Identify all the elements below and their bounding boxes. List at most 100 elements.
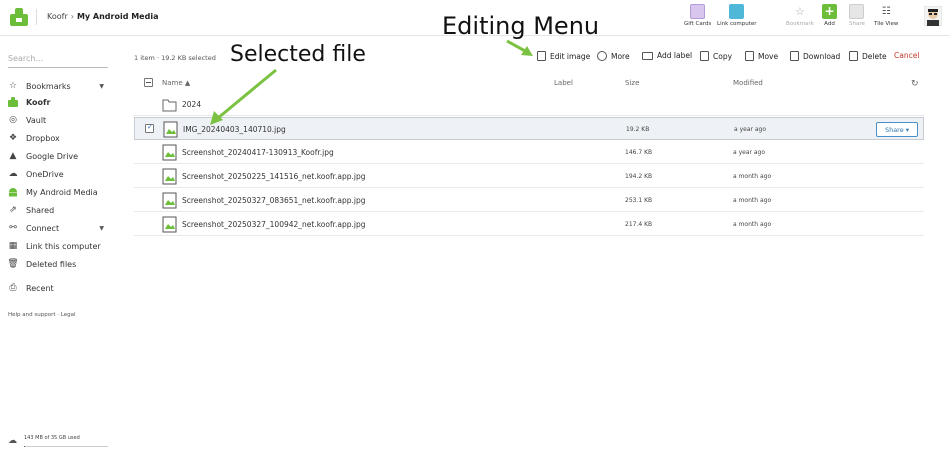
star-icon: ☆ xyxy=(8,81,18,91)
sidebar-item-label: OneDrive xyxy=(26,169,64,179)
sidebar-item-onedrive[interactable]: ☁ OneDrive xyxy=(8,166,108,182)
link-computer-label: Link computer xyxy=(717,21,757,27)
sidebar-item-connect[interactable]: ⚯ Connect ▼ xyxy=(8,220,108,236)
row-checkbox[interactable]: ✓ xyxy=(145,123,154,133)
minus-icon xyxy=(146,82,151,83)
gift-cards-button[interactable]: Gift Cards xyxy=(684,4,711,27)
storage-bar xyxy=(24,446,108,447)
search-input[interactable]: Search... xyxy=(8,48,108,68)
chevron-down-icon[interactable]: ▼ xyxy=(99,83,104,90)
file-name[interactable]: Screenshot_20250327_100942_net.koofr.app… xyxy=(182,220,366,229)
image-file-icon xyxy=(162,144,177,161)
avatar[interactable] xyxy=(924,6,942,26)
breadcrumb-root[interactable]: Koofr xyxy=(47,12,68,21)
table-row[interactable]: ✓ IMG_20240403_140710.jpg 19.2 KB a year… xyxy=(134,117,924,140)
table-row[interactable]: Screenshot_20250225_141516_net.koofr.app… xyxy=(134,165,924,188)
move-icon xyxy=(745,51,754,61)
sidebar-item-deleted-files[interactable]: 🗑 Deleted files xyxy=(7,256,108,272)
file-size: 146.7 KB xyxy=(625,149,653,156)
sidebar-item-my-android-media[interactable]: My Android Media xyxy=(8,184,108,200)
size-column-header[interactable]: Size xyxy=(625,79,639,87)
label-column-header[interactable]: Label xyxy=(554,79,573,87)
sidebar-item-vault[interactable]: ◎ Vault xyxy=(8,112,108,128)
move-button[interactable]: Move xyxy=(745,51,778,61)
file-name[interactable]: 2024 xyxy=(182,100,201,109)
folder-icon xyxy=(162,99,177,112)
image-file-icon xyxy=(162,168,177,185)
sidebar-item-google-drive[interactable]: ▲ Google Drive xyxy=(8,148,108,164)
sidebar-item-koofr[interactable]: Koofr xyxy=(8,94,108,110)
breadcrumb-separator: › xyxy=(70,12,74,21)
download-button[interactable]: Download xyxy=(790,51,840,61)
table-header: Name ▲ Label Size Modified xyxy=(134,76,924,90)
file-name[interactable]: Screenshot_20250327_083651_net.koofr.app… xyxy=(182,196,366,205)
sidebar-item-label: Connect xyxy=(26,223,60,233)
bookmark-button[interactable]: ☆ Bookmark xyxy=(786,4,814,27)
breadcrumb: Koofr › My Android Media xyxy=(47,12,158,21)
chevron-down-icon[interactable]: ▼ xyxy=(99,225,104,232)
table-row[interactable]: Screenshot_20240417-130913_Koofr.jpg 146… xyxy=(134,141,924,164)
computer-icon xyxy=(729,4,745,19)
sidebar-item-bookmarks[interactable]: ☆ Bookmarks ▼ xyxy=(8,78,108,94)
android-icon xyxy=(8,187,18,197)
copy-button[interactable]: Copy xyxy=(700,51,732,61)
file-name[interactable]: IMG_20240403_140710.jpg xyxy=(183,125,286,134)
windows-icon: ▦ xyxy=(8,241,18,251)
table-row[interactable]: 2024 xyxy=(134,93,924,116)
share-top-button[interactable]: Share xyxy=(849,4,865,27)
file-modified: a month ago xyxy=(733,221,772,228)
delete-button[interactable]: Delete xyxy=(849,51,887,61)
tile-view-icon: ☷ xyxy=(881,6,891,17)
tile-view-button[interactable]: ☷ Tile View xyxy=(874,4,898,27)
tile-view-label: Tile View xyxy=(874,21,899,27)
sidebar-item-dropbox[interactable]: ❖ Dropbox xyxy=(8,130,108,146)
share-top-label: Share xyxy=(849,21,865,27)
file-modified: a month ago xyxy=(733,197,772,204)
bookmark-label: Bookmark xyxy=(786,21,814,27)
more-label: More xyxy=(611,51,630,61)
image-file-icon xyxy=(163,121,178,138)
logo-divider xyxy=(36,9,37,25)
edit-image-button[interactable]: Edit image xyxy=(537,51,590,61)
file-name[interactable]: Screenshot_20240417-130913_Koofr.jpg xyxy=(182,148,334,157)
delete-label: Delete xyxy=(862,51,887,61)
help-and-legal-link[interactable]: Help and support · Legal xyxy=(8,312,76,318)
table-row[interactable]: Screenshot_20250327_083651_net.koofr.app… xyxy=(134,189,924,212)
sidebar-item-link-this-computer[interactable]: ▦ Link this computer xyxy=(8,238,108,254)
download-label: Download xyxy=(803,51,841,61)
more-button[interactable]: More xyxy=(597,51,630,61)
name-column-header[interactable]: Name ▲ xyxy=(162,79,190,87)
sidebar-item-label: Deleted files xyxy=(26,259,77,269)
sidebar-item-recent[interactable]: ⎙ Recent xyxy=(8,280,108,296)
file-size: 253.1 KB xyxy=(625,197,653,204)
file-name[interactable]: Screenshot_20250225_141516_net.koofr.app… xyxy=(182,172,366,181)
recent-icon: ⎙ xyxy=(9,283,17,293)
sidebar-item-label: Shared xyxy=(26,205,55,215)
table-row[interactable]: Screenshot_20250327_100942_net.koofr.app… xyxy=(134,213,924,236)
storage-usage: ☁ 143 MB of 35 GB used xyxy=(8,433,108,453)
koofr-logo-icon[interactable] xyxy=(10,8,28,26)
edit-image-label: Edit image xyxy=(550,51,591,61)
image-file-icon xyxy=(162,192,177,209)
modified-column-header[interactable]: Modified xyxy=(733,79,763,87)
cancel-button[interactable]: Cancel xyxy=(894,51,919,60)
star-icon: ☆ xyxy=(795,5,805,18)
add-label-button[interactable]: Add label xyxy=(642,51,692,60)
storage-bar-fill xyxy=(24,446,25,447)
more-icon xyxy=(597,51,607,61)
share-button[interactable]: Share ▾ xyxy=(876,122,918,137)
link-computer-button[interactable]: Link computer xyxy=(717,4,757,27)
share-icon: ⇗ xyxy=(9,205,17,215)
sidebar-item-shared[interactable]: ⇗ Shared xyxy=(8,202,108,218)
add-label: Add xyxy=(824,21,835,27)
sidebar-item-label: Google Drive xyxy=(26,151,79,161)
refresh-icon[interactable]: ↻ xyxy=(911,79,919,89)
gift-cards-label: Gift Cards xyxy=(684,21,712,27)
sidebar-item-label: Dropbox xyxy=(26,133,60,143)
dropbox-icon: ❖ xyxy=(8,133,18,143)
download-icon xyxy=(790,51,799,61)
add-button[interactable]: + Add xyxy=(822,4,837,27)
select-all-checkbox[interactable] xyxy=(144,78,153,87)
google-drive-icon: ▲ xyxy=(9,151,17,161)
vault-icon: ◎ xyxy=(9,115,17,125)
